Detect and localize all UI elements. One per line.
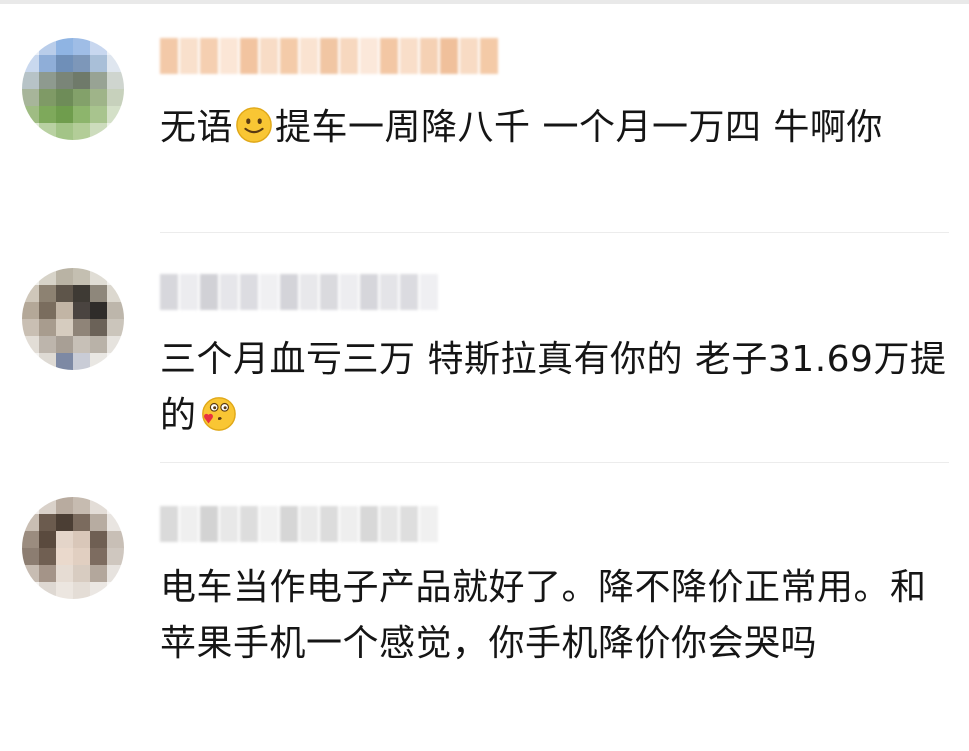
- comment-divider: [160, 232, 949, 233]
- username-blurred[interactable]: [160, 506, 440, 542]
- avatar[interactable]: [22, 38, 124, 140]
- comment-text: 无语 提车一周降八千 一个月一万四 牛啊你: [160, 107, 883, 148]
- top-edge: [0, 0, 969, 4]
- comment-text: 电车当作电子产品就好了。降不降价正常用。和苹果手机一个感觉，你手机降价你会哭吗: [160, 567, 927, 664]
- username-blurred[interactable]: [160, 274, 440, 310]
- avatar[interactable]: [22, 497, 124, 599]
- comment-divider: [160, 462, 949, 463]
- kiss-heart-emoji-icon: [201, 397, 236, 431]
- comment-text: 三个月血亏三万 特斯拉真有你的 老子31.69万提的: [160, 339, 947, 436]
- avatar[interactable]: [22, 268, 124, 370]
- username-blurred[interactable]: [160, 38, 500, 74]
- smile-emoji-icon: [236, 107, 272, 143]
